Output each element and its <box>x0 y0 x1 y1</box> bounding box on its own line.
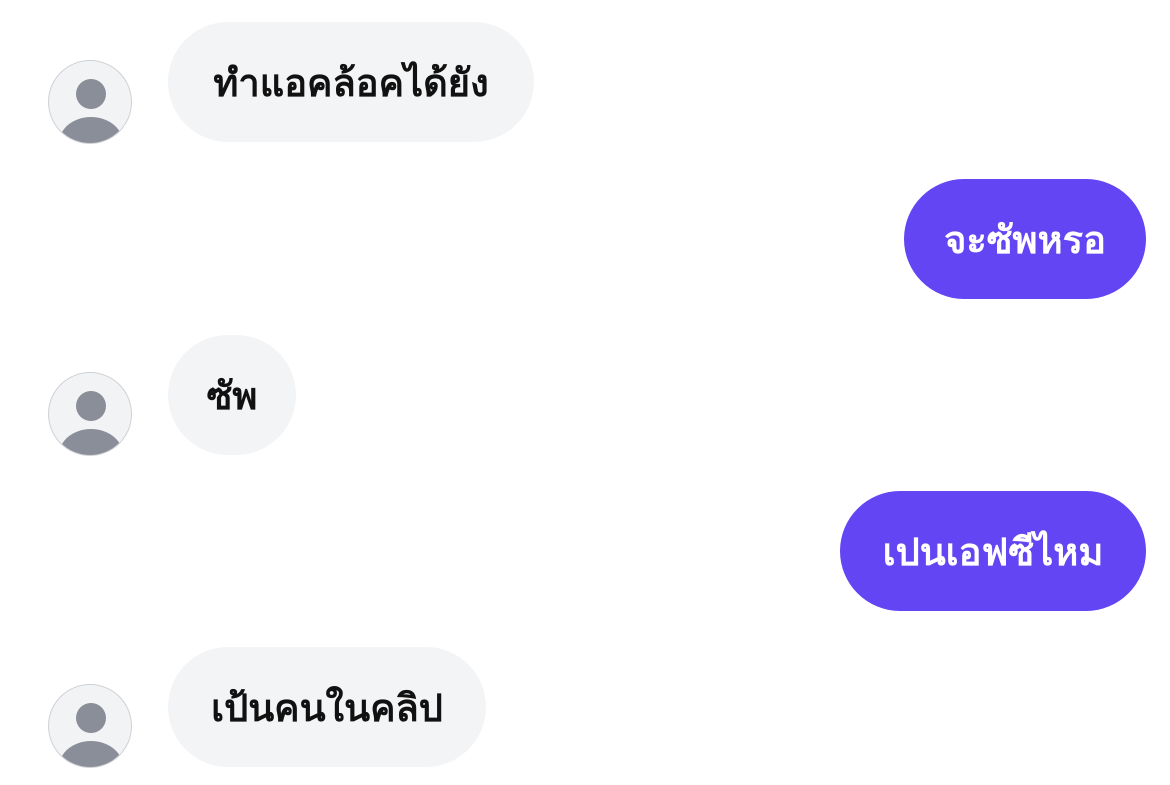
message-bubble-outgoing[interactable]: เปนเอฟซีไหม <box>840 491 1146 611</box>
message-bubble-incoming[interactable]: เป้นคนในคลิป <box>168 647 486 767</box>
message-row-outgoing: จะซัพหรอ <box>0 179 1170 299</box>
message-bubble-outgoing[interactable]: จะซัพหรอ <box>904 179 1146 299</box>
default-user-icon <box>59 79 123 143</box>
default-user-icon <box>59 703 123 767</box>
message-text: จะซัพหรอ <box>944 217 1106 262</box>
avatar[interactable] <box>48 684 132 768</box>
message-bubble-incoming[interactable]: ซัพ <box>168 335 296 455</box>
message-text: เปนเอฟซีไหม <box>882 529 1104 574</box>
avatar[interactable] <box>48 60 132 144</box>
default-user-icon <box>59 391 123 455</box>
message-text: ซัพ <box>206 373 258 418</box>
message-text: เป้นคนในคลิป <box>211 685 443 730</box>
message-row-incoming: ทำแอคล้อคได้ยัง <box>0 22 1170 144</box>
message-row-incoming: เป้นคนในคลิป <box>0 647 1170 768</box>
message-text: ทำแอคล้อคได้ยัง <box>213 60 489 105</box>
message-bubble-incoming[interactable]: ทำแอคล้อคได้ยัง <box>168 22 534 142</box>
message-row-outgoing: เปนเอฟซีไหม <box>0 491 1170 611</box>
avatar[interactable] <box>48 372 132 456</box>
message-row-incoming: ซัพ <box>0 335 1170 456</box>
